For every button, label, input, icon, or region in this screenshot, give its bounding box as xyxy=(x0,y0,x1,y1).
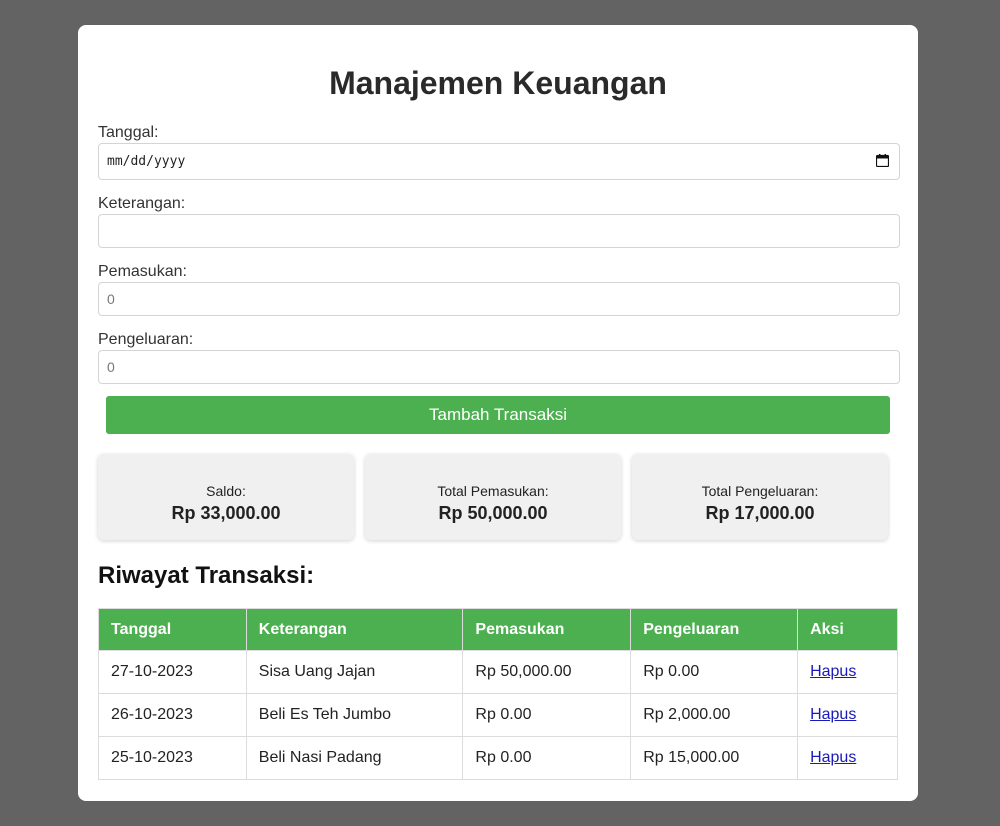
cell-tanggal: 27-10-2023 xyxy=(98,650,247,694)
table-row: 26-10-2023 Beli Es Teh Jumbo Rp 0.00 Rp … xyxy=(98,693,898,737)
total-pengeluaran-box: Total Pengeluaran: Rp 17,000.00 xyxy=(632,454,888,540)
tanggal-placeholder: mm/dd/yyyy xyxy=(107,154,186,169)
total-pengeluaran-label: Total Pengeluaran: xyxy=(701,482,819,499)
total-pemasukan-label: Total Pemasukan: xyxy=(437,482,549,499)
cell-aksi: Hapus xyxy=(797,693,898,737)
cell-pengeluaran: Rp 15,000.00 xyxy=(630,736,799,780)
cell-pemasukan: Rp 50,000.00 xyxy=(462,650,632,694)
hapus-link[interactable]: Hapus xyxy=(810,749,856,766)
summary-panel: Saldo: Rp 33,000.00 Total Pemasukan: Rp … xyxy=(98,454,888,540)
history-title: Riwayat Transaksi: xyxy=(98,562,315,589)
cell-aksi: Hapus xyxy=(797,650,898,694)
page-title: Manajemen Keuangan xyxy=(329,65,667,101)
pemasukan-label: Pemasukan: xyxy=(98,263,187,280)
hapus-link[interactable]: Hapus xyxy=(810,706,856,723)
add-transaction-button[interactable]: Tambah Transaksi xyxy=(106,396,890,434)
cell-pengeluaran: Rp 2,000.00 xyxy=(630,693,799,737)
tanggal-date-input[interactable]: mm/dd/yyyy xyxy=(98,143,900,180)
total-pemasukan-box: Total Pemasukan: Rp 50,000.00 xyxy=(365,454,621,540)
cell-pengeluaran: Rp 0.00 xyxy=(630,650,799,694)
cell-tanggal: 25-10-2023 xyxy=(98,736,247,780)
tanggal-label: Tanggal: xyxy=(98,124,159,141)
column-header-keterangan: Keterangan xyxy=(245,608,464,651)
main-card: Manajemen Keuangan Tanggal: mm/dd/yyyy K… xyxy=(78,25,918,801)
pemasukan-input[interactable]: 0 xyxy=(98,282,900,316)
cell-pemasukan: Rp 0.00 xyxy=(462,693,632,737)
transaction-table: Tanggal Keterangan Pemasukan Pengeluaran… xyxy=(98,608,898,780)
total-pengeluaran-value: Rp 17,000.00 xyxy=(705,502,815,523)
saldo-label: Saldo: xyxy=(206,482,246,499)
column-header-aksi: Aksi xyxy=(797,608,898,651)
calendar-icon[interactable] xyxy=(876,154,889,167)
saldo-value: Rp 33,000.00 xyxy=(171,502,281,523)
cell-keterangan: Beli Nasi Padang xyxy=(245,736,464,780)
total-pemasukan-value: Rp 50,000.00 xyxy=(438,502,548,523)
table-header-row: Tanggal Keterangan Pemasukan Pengeluaran… xyxy=(98,608,898,651)
keterangan-input[interactable] xyxy=(98,214,900,248)
saldo-box: Saldo: Rp 33,000.00 xyxy=(98,454,354,540)
cell-aksi: Hapus xyxy=(797,736,898,780)
column-header-tanggal: Tanggal xyxy=(98,608,247,651)
cell-keterangan: Sisa Uang Jajan xyxy=(245,650,464,694)
table-row: 27-10-2023 Sisa Uang Jajan Rp 50,000.00 … xyxy=(98,650,898,694)
keterangan-label: Keterangan: xyxy=(98,195,186,212)
column-header-pengeluaran: Pengeluaran xyxy=(630,608,799,651)
cell-keterangan: Beli Es Teh Jumbo xyxy=(245,693,464,737)
cell-pemasukan: Rp 0.00 xyxy=(462,736,632,780)
transaction-form: Tanggal: mm/dd/yyyy Keterangan: Pemasuka… xyxy=(98,123,900,398)
pengeluaran-input[interactable]: 0 xyxy=(98,350,900,384)
table-row: 25-10-2023 Beli Nasi Padang Rp 0.00 Rp 1… xyxy=(98,736,898,780)
cell-tanggal: 26-10-2023 xyxy=(98,693,247,737)
column-header-pemasukan: Pemasukan xyxy=(462,608,632,651)
pengeluaran-label: Pengeluaran: xyxy=(98,331,194,348)
hapus-link[interactable]: Hapus xyxy=(810,663,856,680)
